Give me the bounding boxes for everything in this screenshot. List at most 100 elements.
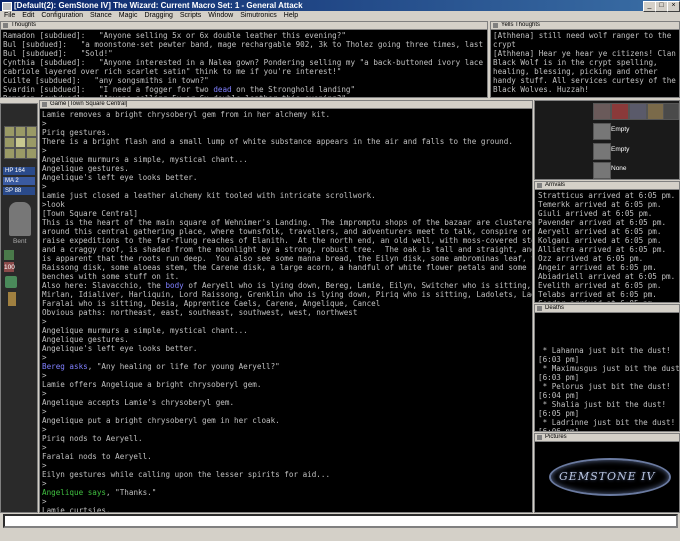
log-line: Evelith arrived at 6:05 pm.	[538, 281, 662, 290]
log-line: Bereg asks, "Any healing or life for you…	[42, 362, 280, 371]
status-icon	[4, 250, 14, 260]
compass-gem-icon[interactable]	[15, 148, 26, 159]
log-line: [6:06 pm]	[538, 427, 580, 432]
yells-panel: Yells Thoughts [Athhena] still need wolf…	[490, 21, 680, 98]
log-line: Giuli arrived at 6:05 pm.	[538, 209, 653, 218]
menu-simutronics[interactable]: Simutronics	[240, 12, 277, 19]
log-line: >	[42, 497, 47, 506]
compass-gem-icon[interactable]	[4, 137, 15, 148]
log-line: Angelique gestures.	[42, 335, 129, 344]
menu-scripts[interactable]: Scripts	[180, 12, 201, 19]
log-line: Black Wolves. Huzzah!	[493, 85, 590, 94]
log-line: Angelique says, "Thanks."	[42, 488, 157, 497]
spell-slot-icon[interactable]	[611, 103, 629, 120]
log-line: Telabs arrived at 6:05 pm.	[538, 290, 657, 299]
command-input[interactable]	[3, 514, 678, 528]
item-slot-icon[interactable]	[629, 103, 647, 120]
compass-gem-icon[interactable]	[26, 137, 37, 148]
menu-magic[interactable]: Magic	[119, 12, 138, 19]
log-line: [Athhena] Hear ye hear ye citizens! Clan	[493, 49, 676, 58]
panel-close-icon[interactable]	[42, 102, 47, 107]
spirit-bar: SP 88	[3, 187, 35, 195]
log-line: [Athhena] still need wolf ranger to the	[493, 31, 672, 40]
log-line: Angelique put a bright chrysoberyl gem i…	[42, 416, 280, 425]
shield-icon	[5, 276, 17, 288]
game-title: Game [Town Square Central]	[40, 101, 532, 109]
log-line: raise expeditions to the far-flung reach…	[42, 236, 533, 245]
log-line: >	[42, 353, 47, 362]
hand-slot-icon[interactable]	[593, 103, 611, 120]
menu-help[interactable]: Help	[284, 12, 298, 19]
yells-log[interactable]: [Athhena] still need wolf ranger to the c…	[491, 30, 679, 95]
log-line: healing, blessing, picking and other	[493, 67, 658, 76]
gemstone-logo: GEMSTONE IV	[549, 458, 671, 496]
log-line: This is the heart of the main square of …	[42, 218, 533, 227]
item-slot-icon[interactable]	[663, 103, 679, 120]
deaths-log[interactable]: * Lahanna just bit the dust! [6:03 pm] * …	[535, 313, 679, 432]
compass-gem-icon[interactable]	[15, 126, 26, 137]
posture-label: Bent	[13, 238, 27, 245]
panel-close-icon[interactable]	[537, 306, 542, 311]
log-line: >	[42, 119, 47, 128]
log-line: Abiadriell arrived at 6:05 pm.	[538, 272, 676, 281]
log-line: Kolgani arrived at 6:05 pm.	[538, 236, 662, 245]
panel-close-icon[interactable]	[537, 183, 542, 188]
panel-close-icon[interactable]	[493, 23, 498, 28]
mana-bar: MA 2	[3, 177, 35, 185]
arrivals-title: Arrivals	[535, 182, 679, 190]
log-line: Mirlan, Idialiver, Harliquin, Lord Raiss…	[42, 290, 533, 299]
log-line: * Pelorus just bit the dust!	[538, 382, 671, 391]
pictures-title: Pictures	[535, 434, 679, 442]
log-line: >	[42, 479, 47, 488]
game-log[interactable]: Lamie removes a bright chrysoberyl gem f…	[40, 109, 533, 512]
log-line: Cendar arrived at 6:05 pm.	[538, 299, 676, 302]
log-line: Bul [subdued]: "Sold!"	[3, 49, 113, 58]
menu-dragging[interactable]: Dragging	[144, 12, 172, 19]
log-line: [6:03 pm]	[538, 355, 580, 364]
menu-file[interactable]: File	[4, 12, 15, 19]
spell-hand-icon	[593, 162, 611, 179]
stance-meter-icon	[8, 292, 16, 306]
thoughts-log[interactable]: Ramadon [subdued]: "Anyone selling 5x or…	[1, 30, 487, 97]
log-line: Angelique gestures.	[42, 164, 129, 173]
right-hand-label: Empty	[611, 126, 630, 133]
menu-bar: File Edit Configuration Stance Magic Dragging…	[0, 11, 680, 21]
menu-stance[interactable]: Stance	[90, 12, 112, 19]
arrivals-panel: Arrivals Stratticus arrived at 6:05 pm. T…	[534, 181, 680, 303]
panel-close-icon[interactable]	[3, 23, 8, 28]
log-line: Angelique murmurs a simple, mystical cha…	[42, 155, 248, 164]
log-line: Pavender arrived at 6:05 pm.	[538, 218, 667, 227]
compass-gem-icon[interactable]	[26, 126, 37, 137]
game-panel: Game [Town Square Central] Lamie removes…	[39, 100, 533, 513]
thoughts-title: Thoughts	[1, 22, 487, 30]
log-line: Cynthia [subdued]: "Anyone interested in…	[3, 58, 484, 67]
stance-value: 100	[4, 264, 15, 271]
log-line: >look	[42, 200, 65, 209]
panel-close-icon[interactable]	[537, 435, 542, 440]
log-line: >	[42, 389, 47, 398]
log-line: Ramadon [subdued]: "Anyone selling 5x or…	[3, 94, 485, 97]
menu-configuration[interactable]: Configuration	[41, 12, 83, 19]
menu-edit[interactable]: Edit	[22, 12, 34, 19]
menu-window[interactable]: Window	[208, 12, 233, 19]
arrivals-log[interactable]: Stratticus arrived at 6:05 pm. Temerkk ar…	[535, 190, 679, 302]
log-line: >	[42, 146, 47, 155]
compass-gem-icon[interactable]	[26, 148, 37, 159]
log-line: >	[42, 317, 47, 326]
left-hand-icon	[593, 143, 611, 160]
log-line: >	[42, 371, 47, 380]
window-titlebar[interactable]: [Default(2): GemStone IV] The Wizard: Cu…	[0, 0, 680, 12]
compass-gem-icon[interactable]	[4, 126, 15, 137]
log-line: Angelique accepts Lamie's chrysoberyl ge…	[42, 398, 235, 407]
log-line: Angelique murmurs a simple, mystical cha…	[42, 326, 248, 335]
log-line: Piriq nods to Aeryell.	[42, 434, 143, 443]
log-line: Lamie offers Angelique a bright chrysobe…	[42, 380, 262, 389]
log-line: Raissong disk, some aloeas stem, the Car…	[42, 263, 533, 272]
compass-gem-icon[interactable]	[15, 137, 26, 148]
compass-gem-icon[interactable]	[4, 148, 15, 159]
log-line: Temerkk arrived at 6:05 pm.	[538, 200, 662, 209]
status-bar	[0, 529, 680, 541]
log-line: around this central gathering place, whe…	[42, 227, 532, 236]
inventory-panel: Empty Empty None	[534, 100, 680, 180]
log-line: >	[42, 425, 47, 434]
